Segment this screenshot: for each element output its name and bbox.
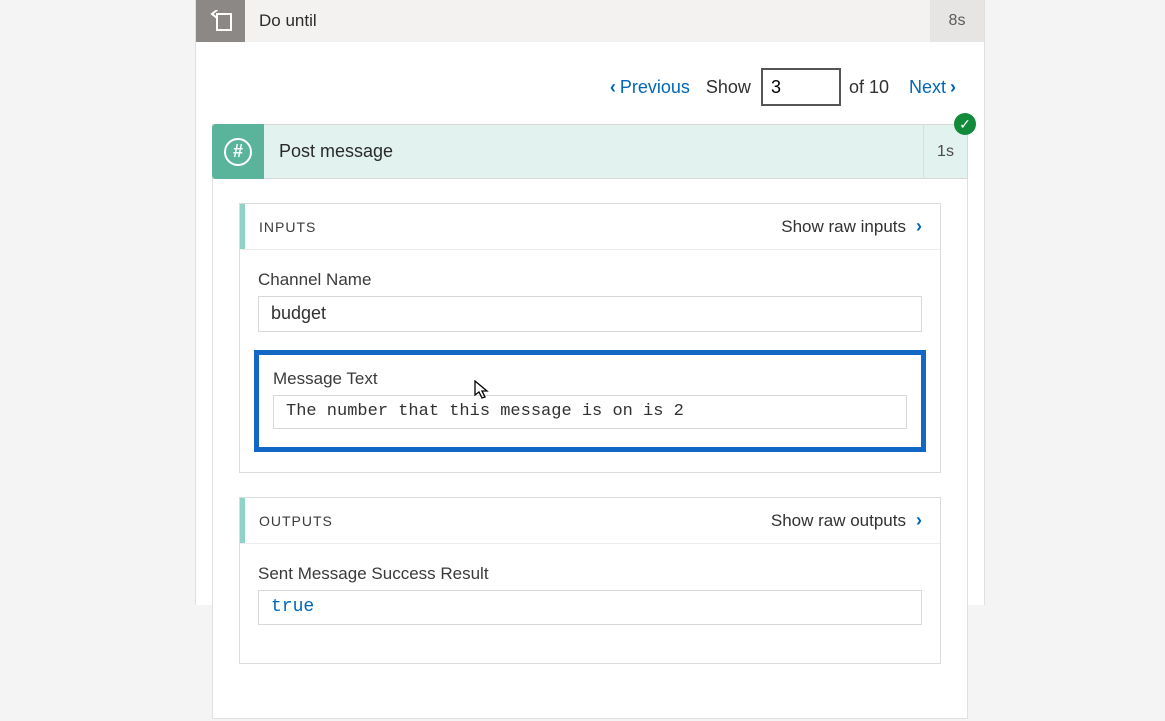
flow-run-container: Do until 8s ‹ Previous Show of 10 Next ›… — [195, 0, 985, 605]
inputs-header: INPUTS Show raw inputs › — [240, 204, 940, 249]
pager-index-input[interactable] — [761, 68, 841, 106]
inputs-section: INPUTS Show raw inputs › Channel Name bu… — [239, 203, 941, 473]
previous-label: Previous — [620, 77, 690, 98]
action-body: INPUTS Show raw inputs › Channel Name bu… — [212, 179, 968, 719]
do-until-icon — [196, 0, 245, 42]
do-until-header[interactable]: Do until 8s — [196, 0, 984, 42]
message-text-value: The number that this message is on is 2 — [273, 395, 907, 429]
success-result-value: true — [258, 590, 922, 625]
chevron-right-icon: › — [916, 216, 922, 237]
post-message-header[interactable]: # Post message 1s — [212, 124, 968, 179]
chevron-right-icon: › — [950, 78, 956, 96]
message-text-highlight: Message Text The number that this messag… — [254, 350, 926, 452]
message-text-label: Message Text — [273, 369, 907, 389]
inputs-body: Channel Name budget Message Text The num… — [240, 249, 940, 472]
success-result-label: Sent Message Success Result — [258, 564, 922, 584]
channel-name-label: Channel Name — [258, 270, 922, 290]
outputs-body: Sent Message Success Result true — [240, 543, 940, 663]
show-raw-inputs-link[interactable]: Show raw inputs › — [781, 216, 922, 237]
pager: ‹ Previous Show of 10 Next › — [196, 42, 984, 124]
do-until-duration: 8s — [930, 0, 984, 42]
post-message-action: ✓ # Post message 1s INPUTS Show raw inpu… — [212, 124, 968, 719]
pager-of-label: of 10 — [849, 77, 889, 98]
show-raw-outputs-link[interactable]: Show raw outputs › — [771, 510, 922, 531]
chevron-right-icon: › — [916, 510, 922, 531]
inputs-title: INPUTS — [245, 219, 316, 235]
do-until-title: Do until — [245, 11, 930, 31]
action-title: Post message — [265, 141, 923, 162]
show-raw-outputs-label: Show raw outputs — [771, 511, 906, 531]
outputs-header: OUTPUTS Show raw outputs › — [240, 498, 940, 543]
outputs-title: OUTPUTS — [245, 513, 333, 529]
success-result-field: Sent Message Success Result true — [258, 564, 922, 625]
hash-channel-icon: # — [212, 124, 264, 179]
show-raw-inputs-label: Show raw inputs — [781, 217, 906, 237]
next-label: Next — [909, 77, 946, 98]
pager-show-label: Show — [706, 77, 751, 98]
previous-link[interactable]: ‹ Previous — [610, 77, 690, 98]
chevron-left-icon: ‹ — [610, 78, 616, 96]
outputs-section: OUTPUTS Show raw outputs › Sent Message … — [239, 497, 941, 664]
success-check-icon: ✓ — [954, 113, 976, 135]
channel-name-value: budget — [258, 296, 922, 332]
next-link[interactable]: Next › — [909, 77, 956, 98]
channel-name-field: Channel Name budget — [258, 270, 922, 332]
